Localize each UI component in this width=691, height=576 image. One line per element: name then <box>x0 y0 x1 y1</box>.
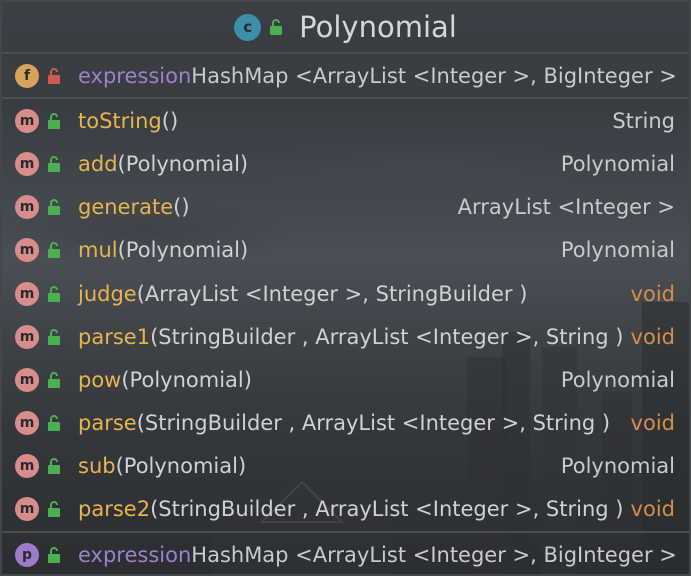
method-params: (Polynomial) <box>115 454 247 479</box>
method-name: toString <box>78 108 162 133</box>
method-params: (Polynomial) <box>117 238 249 263</box>
method-return-type: String <box>612 108 675 133</box>
method-icon: m <box>15 454 39 479</box>
method-row-pow[interactable]: m pow (Polynomial) Polynomial <box>2 358 689 401</box>
method-return-type: Polynomial <box>560 238 675 263</box>
method-row-judge[interactable]: m judge (ArrayList <Integer >, StringBuild… <box>2 272 689 315</box>
public-lock-icon <box>48 415 60 432</box>
method-params: (Polynomial) <box>121 367 252 392</box>
public-lock-icon <box>48 501 60 518</box>
method-icon: m <box>15 108 39 133</box>
method-icon: m <box>15 151 39 176</box>
property-row[interactable]: p expression HashMap <ArrayList <Integer… <box>2 533 689 574</box>
method-row-toString[interactable]: m toString () String <box>2 99 689 142</box>
public-lock-icon <box>48 156 60 172</box>
method-name: generate <box>78 195 174 220</box>
method-name: parse <box>78 411 137 436</box>
field-row[interactable]: f expression HashMap <ArrayList <Integer… <box>2 54 689 97</box>
field-name: expression <box>78 63 192 88</box>
method-icon: m <box>15 324 39 349</box>
method-return-type: void <box>630 497 675 522</box>
method-name: parse2 <box>78 497 151 522</box>
public-lock-icon <box>270 19 283 35</box>
method-params: (StringBuilder , ArrayList <Integer >, S… <box>150 497 624 522</box>
method-return-type: void <box>630 411 675 436</box>
method-params: (ArrayList <Integer >, StringBuilder ) <box>136 281 528 306</box>
method-params: (StringBuilder , ArrayList <Integer >, S… <box>136 411 611 436</box>
method-return-type: void <box>630 324 675 349</box>
property-type: HashMap <ArrayList <Integer >, BigIntege… <box>191 542 677 567</box>
public-lock-icon <box>48 112 60 129</box>
method-row-parse2[interactable]: m parse2 (StringBuilder , ArrayList <Inte… <box>2 488 689 531</box>
public-lock-icon <box>48 242 60 259</box>
method-icon: m <box>15 367 39 392</box>
methods-section: m toString () String m add (Polynomial) Polyno… <box>2 99 689 534</box>
method-icon: m <box>15 195 39 220</box>
method-params: () <box>161 108 179 133</box>
method-return-type: ArrayList <Integer > <box>457 195 675 220</box>
method-row-mul[interactable]: m mul (Polynomial) Polynomial <box>2 229 689 272</box>
method-icon: m <box>15 497 39 522</box>
public-lock-icon <box>48 285 60 302</box>
method-name: mul <box>78 238 118 263</box>
public-lock-icon <box>48 199 60 216</box>
class-title: Polynomial <box>299 10 457 44</box>
method-icon: m <box>15 238 39 263</box>
public-lock-icon <box>48 328 60 345</box>
method-name: pow <box>78 367 122 392</box>
method-params: (StringBuilder , ArrayList <Integer >, S… <box>150 324 624 349</box>
public-lock-icon <box>48 546 60 563</box>
class-icons: c <box>234 13 283 41</box>
method-return-type: Polynomial <box>560 367 675 392</box>
fields-section: f expression HashMap <ArrayList <Integer… <box>2 54 689 100</box>
method-icon: m <box>15 281 39 306</box>
method-icon: m <box>15 411 39 436</box>
property-icon: p <box>15 542 39 567</box>
method-name: add <box>78 151 118 176</box>
method-row-parse1[interactable]: m parse1 (StringBuilder , ArrayList <Inte… <box>2 315 689 358</box>
method-return-type: Polynomial <box>560 151 675 176</box>
method-row-sub[interactable]: m sub (Polynomial) Polynomial <box>2 445 689 488</box>
field-icon: f <box>15 63 39 88</box>
property-name: expression <box>78 542 192 567</box>
method-row-add[interactable]: m add (Polynomial) Polynomial <box>2 142 689 185</box>
method-row-parse[interactable]: m parse (StringBuilder , ArrayList <Intege… <box>2 402 689 445</box>
properties-section: p expression HashMap <ArrayList <Integer… <box>2 533 689 574</box>
method-params: (Polynomial) <box>117 151 249 176</box>
public-lock-icon <box>48 458 60 475</box>
class-diagram-node[interactable]: c Polynomial f expression HashMap <Array… <box>0 0 691 576</box>
method-name: parse1 <box>78 324 151 349</box>
public-lock-icon <box>48 371 60 388</box>
private-lock-icon <box>48 67 60 84</box>
method-name: sub <box>78 454 116 479</box>
method-return-type: Polynomial <box>560 454 675 479</box>
method-row-generate[interactable]: m generate () ArrayList <Integer > <box>2 186 689 229</box>
method-return-type: void <box>630 281 675 306</box>
class-kind-icon: c <box>234 13 262 41</box>
method-name: judge <box>78 281 137 306</box>
method-params: () <box>173 195 190 220</box>
class-header: c Polynomial <box>2 2 689 54</box>
field-type: HashMap <ArrayList <Integer >, BigIntege… <box>191 63 677 88</box>
